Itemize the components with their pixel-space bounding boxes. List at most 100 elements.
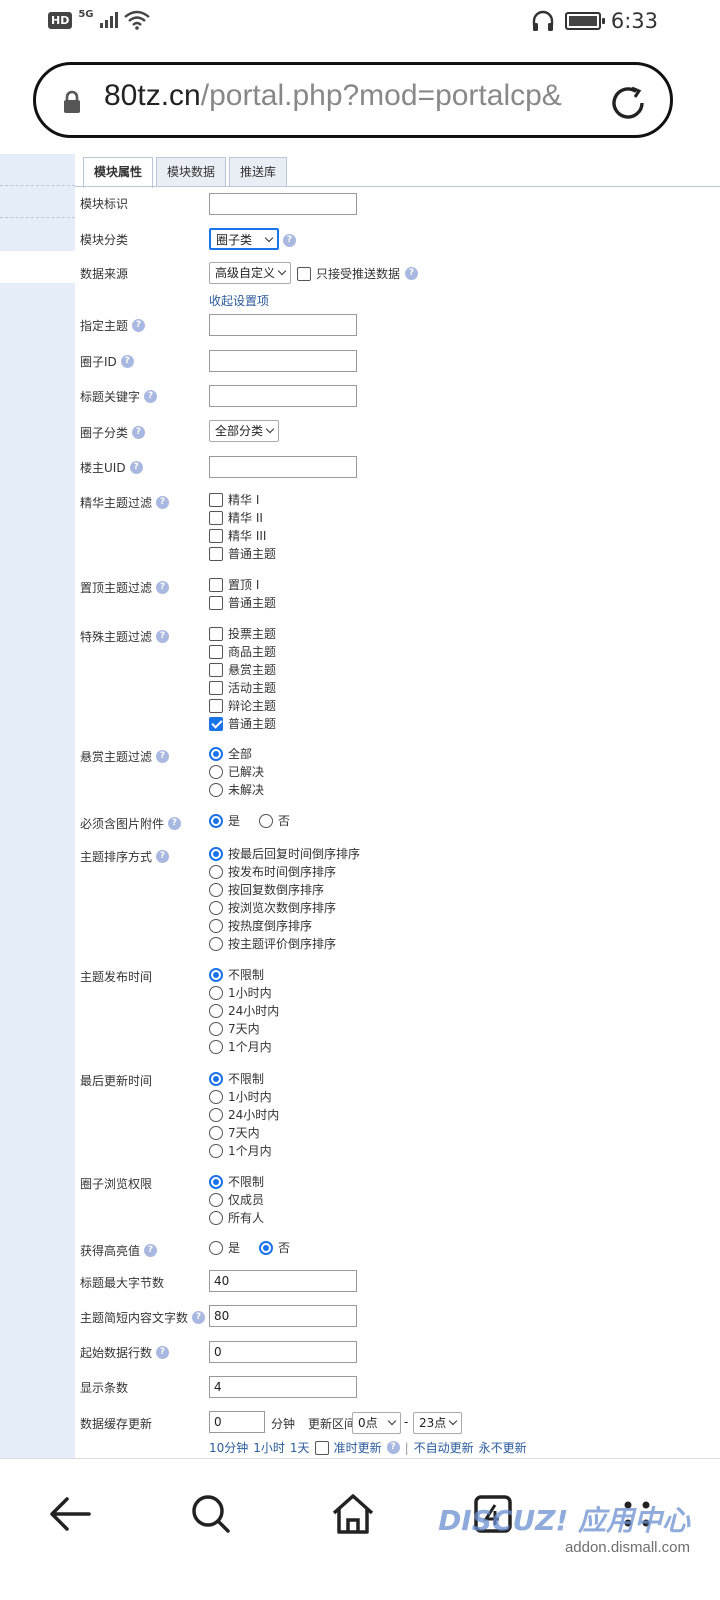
special-option[interactable]: 活动主题 <box>209 679 276 696</box>
order-option[interactable]: 按回复数倒序排序 <box>209 881 324 898</box>
cache-to-select[interactable]: 23点 <box>413 1412 462 1434</box>
url-text[interactable]: 80tz.cn/portal.php?mod=portalcp& <box>104 79 584 113</box>
digest-option[interactable]: 精华 II <box>209 509 263 526</box>
group-id-input[interactable] <box>209 350 357 372</box>
search-icon[interactable] <box>186 1489 236 1539</box>
radio-selected[interactable] <box>209 967 223 982</box>
checkbox[interactable] <box>209 662 223 677</box>
data-source-select[interactable]: 高级自定义 <box>209 262 291 284</box>
radio[interactable] <box>209 918 223 933</box>
title-keyword-input[interactable] <box>209 385 357 407</box>
radio[interactable] <box>209 985 223 1000</box>
digest-option[interactable]: 精华 III <box>209 527 266 544</box>
radio[interactable] <box>259 813 273 828</box>
radio[interactable] <box>209 1021 223 1036</box>
reward-option[interactable]: 全部 <box>209 745 252 762</box>
radio[interactable] <box>209 1240 223 1255</box>
checkbox[interactable] <box>209 626 223 641</box>
digest-option[interactable]: 普通主题 <box>209 545 276 562</box>
reward-option[interactable]: 未解决 <box>209 781 264 798</box>
help-icon[interactable]: ? <box>386 1441 400 1454</box>
checkbox[interactable] <box>209 698 223 713</box>
order-option[interactable]: 按发布时间倒序排序 <box>209 863 336 880</box>
quick-10min-link[interactable]: 10分钟 <box>209 1439 248 1456</box>
radio[interactable] <box>209 1210 223 1225</box>
checkbox[interactable] <box>209 510 223 525</box>
order-option[interactable]: 按浏览次数倒序排序 <box>209 899 336 916</box>
cache-minutes-input[interactable]: 0 <box>209 1411 265 1433</box>
digest-option[interactable]: 精华 I <box>209 491 259 508</box>
help-icon[interactable]: ? <box>283 234 296 247</box>
reload-icon[interactable] <box>608 83 648 123</box>
radio[interactable] <box>209 900 223 915</box>
last-update-option[interactable]: 1个月内 <box>209 1142 272 1159</box>
special-option[interactable]: 辩论主题 <box>209 697 276 714</box>
help-icon[interactable]: ? <box>156 496 170 509</box>
help-icon[interactable]: ? <box>156 1346 170 1359</box>
owner-uid-input[interactable] <box>209 456 357 478</box>
nav-item[interactable] <box>0 154 75 186</box>
reward-option[interactable]: 已解决 <box>209 763 264 780</box>
special-option[interactable]: 悬赏主题 <box>209 661 276 678</box>
post-time-option[interactable]: 7天内 <box>209 1020 260 1037</box>
checkbox[interactable] <box>209 528 223 543</box>
block-id-input[interactable] <box>209 193 357 215</box>
ontime-label[interactable]: 准时更新 <box>334 1439 382 1456</box>
checkbox[interactable] <box>209 595 223 610</box>
help-icon[interactable]: ? <box>129 461 143 474</box>
highlight-no[interactable]: 否 <box>259 1239 290 1256</box>
help-icon[interactable]: ? <box>120 355 134 368</box>
order-option[interactable]: 按最后回复时间倒序排序 <box>209 845 360 862</box>
tab-push-library[interactable]: 推送库 <box>229 157 288 187</box>
radio[interactable] <box>209 1039 223 1054</box>
radio[interactable] <box>209 764 223 779</box>
checkbox[interactable] <box>209 577 223 592</box>
nav-item[interactable] <box>0 186 75 218</box>
order-option[interactable]: 按热度倒序排序 <box>209 917 312 934</box>
help-icon[interactable]: ? <box>156 850 170 863</box>
post-time-option[interactable]: 不限制 <box>209 966 264 983</box>
help-icon[interactable]: ? <box>132 319 146 332</box>
last-update-option[interactable]: 不限制 <box>209 1070 264 1087</box>
radio-selected[interactable] <box>209 1071 223 1086</box>
must-image-yes[interactable]: 是 <box>209 812 240 829</box>
special-option[interactable]: 投票主题 <box>209 625 276 642</box>
help-icon[interactable]: ? <box>168 817 182 830</box>
help-icon[interactable]: ? <box>156 630 170 643</box>
last-update-option[interactable]: 7天内 <box>209 1124 260 1141</box>
highlight-yes[interactable]: 是 <box>209 1239 240 1256</box>
summary-len-input[interactable]: 80 <box>209 1305 357 1327</box>
help-icon[interactable]: ? <box>156 750 170 763</box>
block-category-select[interactable]: 圈子类 <box>209 228 279 250</box>
url-bar[interactable]: 80tz.cn/portal.php?mod=portalcp& <box>33 62 673 138</box>
nav-item-selected[interactable] <box>0 251 75 283</box>
back-icon[interactable] <box>45 1489 95 1539</box>
checkbox[interactable] <box>209 492 223 507</box>
push-only-checkbox[interactable] <box>297 266 311 281</box>
quick-1day-link[interactable]: 1天 <box>290 1439 310 1456</box>
post-time-option[interactable]: 24小时内 <box>209 1002 279 1019</box>
help-icon[interactable]: ? <box>132 426 146 439</box>
ontime-checkbox[interactable] <box>314 1440 329 1455</box>
checkbox[interactable] <box>209 546 223 561</box>
group-category-select[interactable]: 全部分类 <box>209 420 279 442</box>
radio[interactable] <box>209 1125 223 1140</box>
radio[interactable] <box>209 864 223 879</box>
tab-block-data[interactable]: 模块数据 <box>156 157 227 187</box>
order-option[interactable]: 按主题评价倒序排序 <box>209 935 336 952</box>
help-icon[interactable]: ? <box>405 267 419 280</box>
never-update-link[interactable]: 永不更新 <box>479 1439 527 1456</box>
show-count-input[interactable]: 4 <box>209 1376 357 1398</box>
post-time-option[interactable]: 1个月内 <box>209 1038 272 1055</box>
help-icon[interactable]: ? <box>144 1244 158 1257</box>
cache-from-select[interactable]: 0点 <box>352 1412 401 1434</box>
home-icon[interactable] <box>328 1489 378 1539</box>
radio[interactable] <box>209 1089 223 1104</box>
special-option[interactable]: 商品主题 <box>209 643 276 660</box>
no-auto-update-link[interactable]: 不自动更新 <box>414 1439 474 1456</box>
start-row-input[interactable]: 0 <box>209 1341 357 1363</box>
must-image-no[interactable]: 否 <box>259 812 290 829</box>
view-perm-option[interactable]: 仅成员 <box>209 1191 264 1208</box>
special-option[interactable]: 普通主题 <box>209 715 276 732</box>
view-perm-option[interactable]: 不限制 <box>209 1173 264 1190</box>
